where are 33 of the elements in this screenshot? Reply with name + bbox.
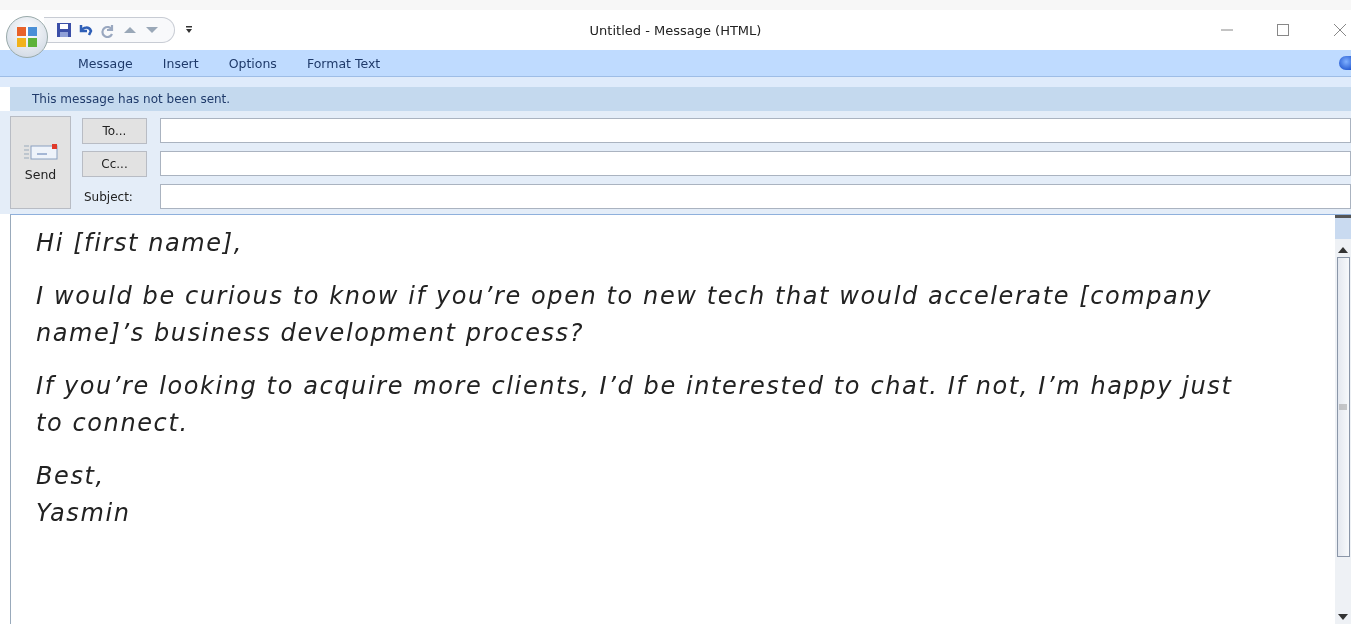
maximize-icon[interactable] (1277, 24, 1289, 36)
message-paragraph: Hi [first name], (36, 228, 244, 259)
message-paragraph: Best, Yasmin (36, 461, 132, 529)
cc-button[interactable]: Cc... (82, 150, 147, 177)
redo-icon[interactable] (100, 22, 116, 38)
to-button[interactable]: To... (82, 117, 147, 144)
info-bar: This message has not been sent. (10, 87, 1351, 111)
ribbon-tab[interactable]: Insert (150, 55, 217, 71)
grip-icon (1339, 404, 1347, 410)
undo-icon[interactable] (78, 22, 94, 38)
scroll-up-icon[interactable] (1338, 247, 1348, 253)
close-icon[interactable] (1333, 23, 1347, 37)
ribbon-tab[interactable]: Options (216, 55, 295, 71)
send-button[interactable]: Send (10, 116, 71, 209)
office-logo-icon (14, 24, 40, 50)
envelope-icon (22, 143, 59, 161)
window-title: Untitled - Message (HTML) (589, 22, 762, 38)
scroll-down-icon[interactable] (1338, 614, 1348, 620)
ruler-icon[interactable] (1335, 215, 1351, 239)
scrollbar[interactable] (1335, 215, 1351, 624)
message-paragraph: I would be curious to know if you’re open to new tech that would accelerate [company name]’s business development process? (36, 281, 1214, 349)
ribbon-tab[interactable]: Format Text (294, 55, 399, 71)
office-button[interactable] (6, 16, 48, 58)
subject-label: Subject: (83, 189, 134, 204)
message-paragraph: If you’re looking to acquire more clients, I’d be interested to chat. If not, I’m happy just to connect. (36, 371, 1234, 439)
customize-icon[interactable] (185, 25, 193, 35)
subject-field[interactable] (160, 184, 1351, 209)
save-icon[interactable] (56, 22, 72, 38)
scroll-thumb[interactable] (1336, 257, 1350, 557)
to-field[interactable] (160, 118, 1351, 143)
help-icon[interactable] (1339, 56, 1351, 70)
cc-field[interactable] (160, 151, 1351, 176)
ribbon-tab[interactable]: Message (66, 55, 151, 71)
